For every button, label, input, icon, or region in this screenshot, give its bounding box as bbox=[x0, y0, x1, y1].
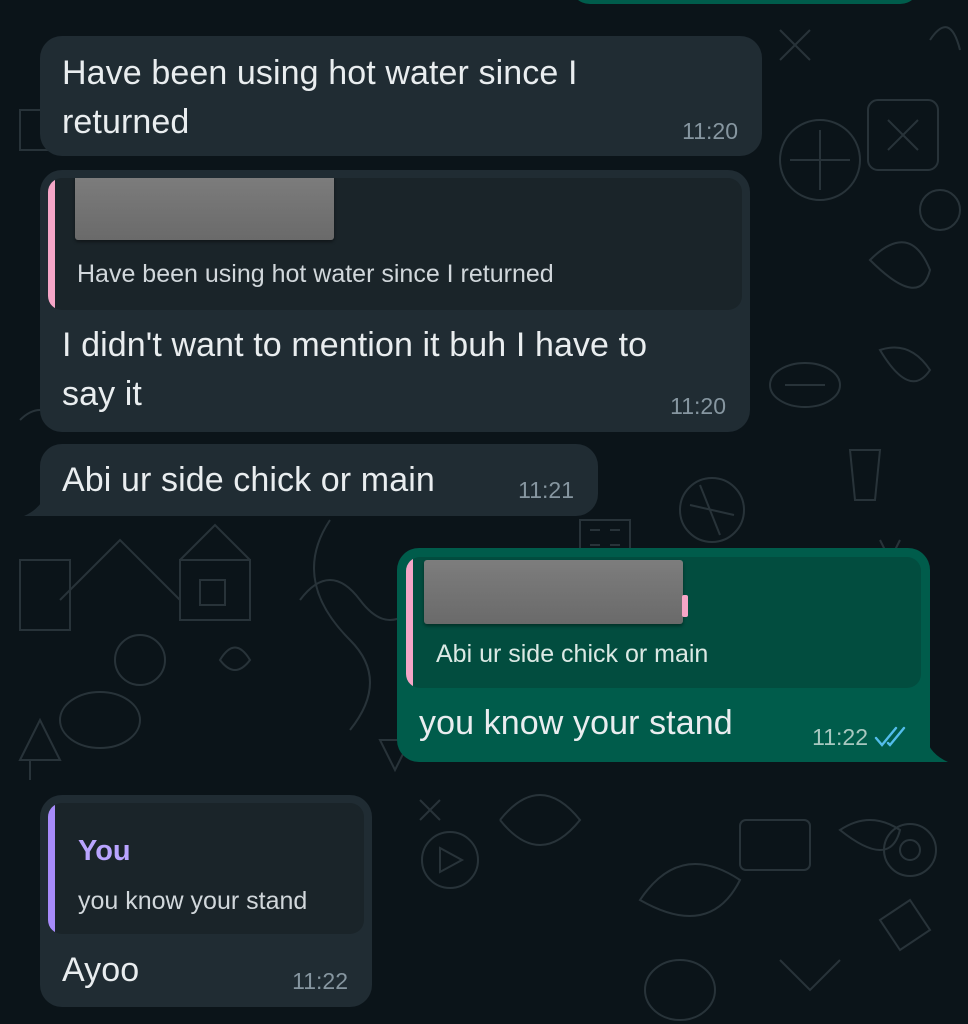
quoted-text: Abi ur side chick or main bbox=[436, 640, 709, 668]
quoted-sender-name: You bbox=[78, 835, 131, 867]
quoted-message[interactable]: You you know your stand bbox=[48, 803, 364, 934]
message-timestamp: 11:22 bbox=[812, 724, 868, 750]
previous-outgoing-message-partial bbox=[570, 0, 920, 4]
outgoing-reply-message-bubble[interactable]: Abi ur side chick or main you know your … bbox=[397, 548, 930, 762]
quoted-text: Have been using hot water since I return… bbox=[77, 260, 554, 288]
message-text: you know your stand bbox=[419, 704, 733, 742]
message-text: Ayoo bbox=[62, 951, 140, 989]
incoming-reply-message-bubble[interactable]: You you know your stand Ayoo 11:22 bbox=[40, 795, 372, 1007]
quoted-message[interactable]: Have been using hot water since I return… bbox=[48, 178, 742, 310]
message-text: I didn't want to mention it buh I have t… bbox=[62, 326, 648, 413]
message-text: Abi ur side chick or main bbox=[62, 461, 435, 499]
sender-name-fragment bbox=[682, 595, 688, 617]
message-timestamp: 11:21 bbox=[518, 477, 574, 503]
quoted-message[interactable]: Abi ur side chick or main bbox=[406, 557, 921, 688]
bubble-tail bbox=[24, 492, 54, 516]
bubble-tail bbox=[918, 738, 948, 762]
quote-accent-bar bbox=[406, 557, 413, 688]
quote-accent-bar bbox=[48, 178, 55, 310]
double-check-read-icon bbox=[874, 726, 906, 747]
incoming-message-bubble[interactable]: Abi ur side chick or main 11:21 bbox=[40, 444, 598, 516]
quote-accent-bar bbox=[48, 803, 55, 934]
incoming-reply-message-bubble[interactable]: Have been using hot water since I return… bbox=[40, 170, 750, 432]
quoted-text: you know your stand bbox=[78, 887, 308, 915]
message-text: Have been using hot water since I return… bbox=[62, 54, 578, 141]
message-timestamp: 11:20 bbox=[670, 393, 726, 419]
message-timestamp: 11:22 bbox=[292, 968, 348, 994]
redacted-sender-name bbox=[424, 560, 683, 624]
redacted-sender-name bbox=[75, 178, 334, 240]
incoming-message-bubble[interactable]: Have been using hot water since I return… bbox=[40, 36, 762, 156]
message-timestamp: 11:20 bbox=[682, 118, 738, 144]
